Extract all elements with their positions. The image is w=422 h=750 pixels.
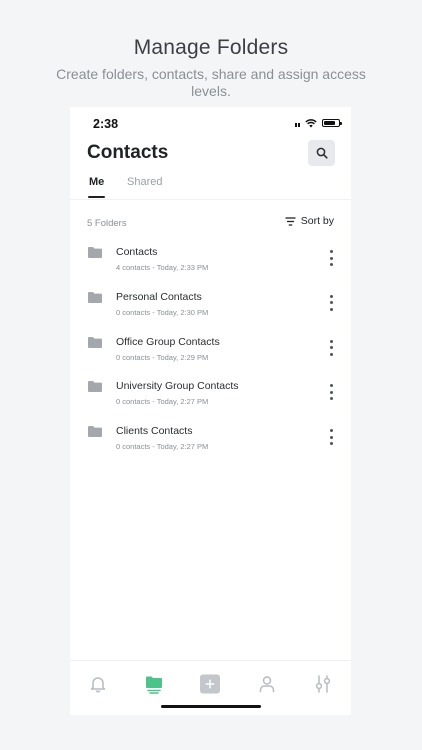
list-item[interactable]: Contacts 4 contacts - Today, 2:33 PM	[70, 238, 351, 283]
folder-icon	[146, 676, 162, 694]
list-item[interactable]: University Group Contacts 0 contacts - T…	[70, 372, 351, 417]
folder-meta: 0 contacts - Today, 2:27 PM	[116, 442, 209, 452]
folder-name: Personal Contacts	[116, 290, 202, 303]
list-item[interactable]: Clients Contacts 0 contacts - Today, 2:2…	[70, 417, 351, 462]
tabbar-folders[interactable]	[144, 674, 164, 694]
tab-me[interactable]: Me	[89, 176, 104, 188]
folder-meta: 0 contacts - Today, 2:27 PM	[116, 397, 209, 407]
folder-list: Contacts 4 contacts - Today, 2:33 PM Per…	[70, 238, 351, 462]
tab-divider	[70, 199, 351, 200]
more-options-icon[interactable]	[326, 384, 336, 401]
tabbar-settings[interactable]	[313, 674, 333, 694]
sort-icon	[285, 216, 296, 226]
folder-icon	[88, 336, 102, 348]
folder-meta: 4 contacts - Today, 2:33 PM	[116, 263, 209, 272]
search-button[interactable]	[308, 140, 335, 166]
folder-name: University Group Contacts	[116, 380, 239, 393]
folder-icon	[88, 247, 102, 258]
active-tab-indicator	[88, 196, 105, 198]
folder-name: Office Group Contacts	[116, 335, 220, 348]
more-options-icon[interactable]	[326, 339, 336, 356]
folder-count: 5 Folders	[87, 218, 127, 229]
sort-label: Sort by	[300, 215, 334, 227]
sort-button[interactable]: Sort by	[285, 215, 334, 227]
hero-title: Manage Folders	[133, 36, 289, 59]
more-options-icon[interactable]	[326, 294, 336, 311]
add-icon	[200, 674, 220, 694]
folder-name: Contacts	[116, 246, 158, 258]
folder-icon	[88, 426, 102, 438]
tabbar-profile[interactable]	[257, 674, 277, 694]
battery-icon	[322, 119, 342, 127]
user-icon	[259, 676, 275, 692]
hero-subtitle: Create folders, contacts, share and assi…	[56, 66, 366, 99]
folder-name: Clients Contacts	[116, 425, 193, 438]
bell-icon	[90, 677, 106, 693]
tab-shared[interactable]: Shared	[127, 176, 162, 188]
settings-sliders-icon	[315, 675, 331, 693]
folder-icon	[88, 381, 102, 393]
search-icon	[316, 147, 328, 159]
status-time: 2:38	[93, 117, 119, 131]
cellular-signal-icon	[295, 119, 300, 127]
list-item[interactable]: Personal Contacts 0 contacts - Today, 2:…	[70, 283, 351, 328]
list-item[interactable]: Office Group Contacts 0 contacts - Today…	[70, 328, 351, 373]
tabbar-notifications[interactable]	[88, 674, 108, 694]
tabbar-add[interactable]	[200, 674, 220, 694]
folder-meta: 0 contacts - Today, 2:30 PM	[116, 307, 209, 317]
wifi-icon	[305, 118, 317, 127]
home-indicator	[161, 705, 261, 708]
folder-meta: 0 contacts - Today, 2:29 PM	[116, 352, 209, 362]
phone-screen: 2:38 Contacts Me Shared 5 Folders Sort b…	[70, 107, 351, 715]
folder-icon	[88, 291, 102, 303]
status-icons	[295, 118, 342, 128]
page-title: Contacts	[87, 142, 169, 163]
more-options-icon[interactable]	[326, 429, 336, 446]
more-options-icon[interactable]	[326, 250, 336, 266]
